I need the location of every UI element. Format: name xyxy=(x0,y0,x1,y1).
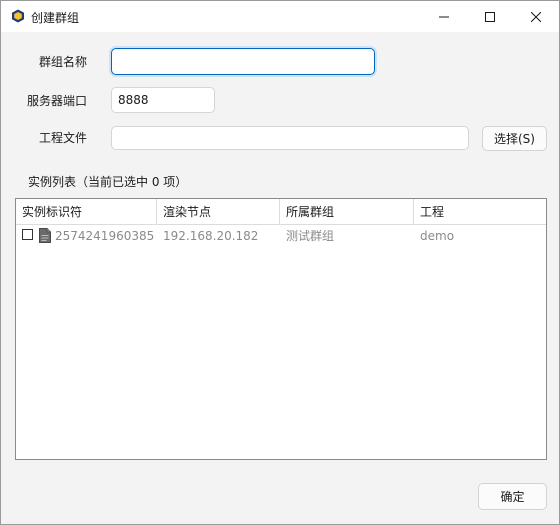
close-button[interactable] xyxy=(513,1,559,32)
close-icon xyxy=(531,11,541,22)
maximize-icon xyxy=(485,11,495,22)
table-row[interactable]: 2574241960385 192.168.20.182 测试群组 demo xyxy=(16,225,546,247)
column-header-instance-id[interactable]: 实例标识符 xyxy=(16,199,157,225)
group-name-label: 群组名称 xyxy=(38,55,87,69)
window-title: 创建群组 xyxy=(31,11,80,25)
maximize-button[interactable] xyxy=(467,1,513,32)
column-header-group[interactable]: 所属群组 xyxy=(280,199,414,225)
choose-file-button-label: 选择(S) xyxy=(494,132,535,146)
confirm-button[interactable]: 确定 xyxy=(478,483,547,510)
project-file-label: 工程文件 xyxy=(38,131,87,145)
row-checkbox[interactable] xyxy=(22,229,33,240)
cell-instance-id: 2574241960385 xyxy=(55,229,155,243)
cell-project: demo xyxy=(420,229,455,243)
project-file-input[interactable] xyxy=(111,126,469,150)
minimize-button[interactable] xyxy=(421,1,467,32)
choose-file-button[interactable]: 选择(S) xyxy=(482,126,547,151)
yellow-cube-icon xyxy=(12,9,24,23)
cell-render-node: 192.168.20.182 xyxy=(163,229,259,243)
instance-table[interactable]: 实例标识符 渲染节点 所属群组 工程 2574241960385 192.168… xyxy=(15,198,547,460)
server-port-label: 服务器端口 xyxy=(26,94,87,108)
document-icon xyxy=(39,228,51,243)
group-name-input[interactable] xyxy=(111,48,375,75)
instance-list-heading: 实例列表（当前已选中 0 项） xyxy=(28,175,188,189)
create-group-dialog: 创建群组 群组名称 服务器端口 工程文件 选择(S) 实例列表（当前已选中 0 … xyxy=(0,0,560,525)
column-header-project[interactable]: 工程 xyxy=(414,199,546,225)
server-port-input[interactable] xyxy=(111,87,215,113)
column-header-render-node[interactable]: 渲染节点 xyxy=(157,199,280,225)
confirm-button-label: 确定 xyxy=(500,490,525,504)
minimize-icon xyxy=(439,16,449,17)
title-bar[interactable]: 创建群组 xyxy=(1,1,559,32)
cell-group: 测试群组 xyxy=(286,229,335,243)
table-header: 实例标识符 渲染节点 所属群组 工程 xyxy=(16,199,546,225)
